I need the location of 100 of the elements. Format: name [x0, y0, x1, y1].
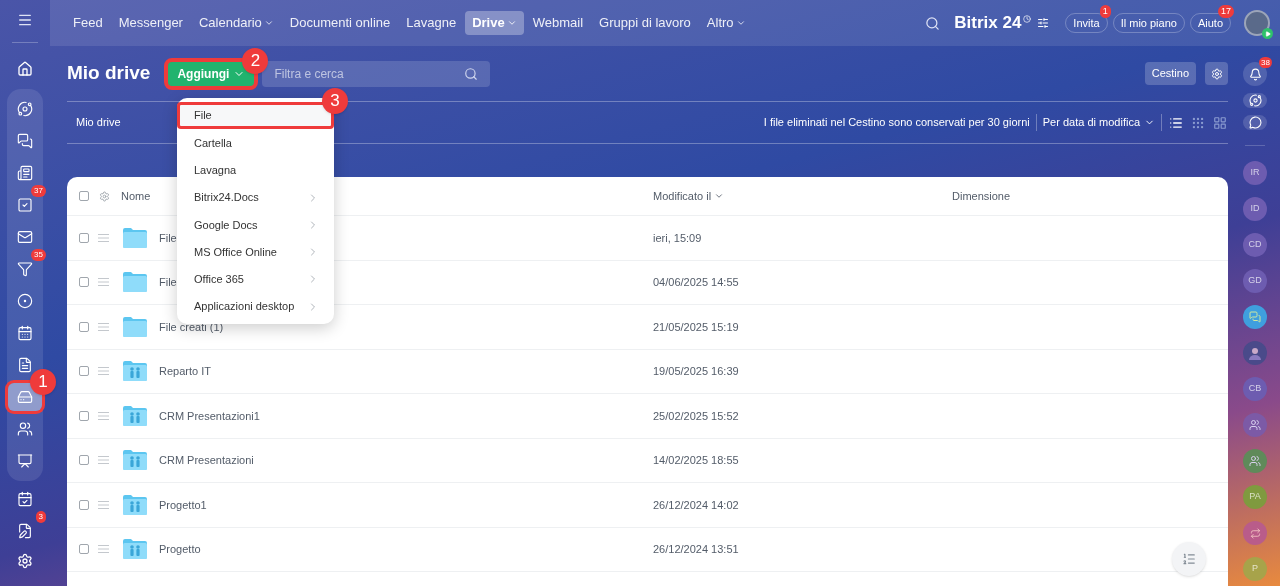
step-marker: 2: [242, 47, 269, 74]
nav-tab[interactable]: Gruppi di lavoro: [592, 11, 698, 35]
table-cell-text: 26/12/2024 13:51: [653, 542, 739, 557]
view-toggle[interactable]: [1190, 115, 1206, 130]
count-badge: 3: [35, 511, 46, 523]
file-name[interactable]: Progetto: [159, 543, 201, 555]
contact-avatar[interactable]: CD: [1243, 233, 1267, 257]
play-badge: [1262, 28, 1273, 39]
list-icon: [1182, 552, 1196, 566]
contact-avatar[interactable]: IR: [1243, 161, 1267, 185]
menu-item[interactable]: Office 365: [177, 265, 334, 294]
nav-tab[interactable]: Altro: [699, 11, 753, 35]
search-icon[interactable]: [925, 15, 941, 31]
checkbox[interactable]: [79, 366, 89, 377]
sidebar-icon: [17, 101, 33, 117]
settings-button[interactable]: [1205, 62, 1228, 85]
sliders-icon[interactable]: [1037, 17, 1050, 29]
menu-item[interactable]: Applicazioni desktop: [177, 293, 334, 321]
folder-icon: [123, 316, 147, 337]
shared-folder-icon: [123, 405, 147, 426]
menu-item[interactable]: Lavagna: [177, 156, 334, 184]
menu-item[interactable]: Google Docs: [177, 211, 334, 239]
checkbox[interactable]: [79, 321, 89, 332]
sidebar-icon: [17, 453, 33, 469]
page-title: Mio drive: [67, 61, 151, 86]
search-icon: [464, 66, 479, 81]
sidebar-icon: [17, 491, 33, 507]
checkbox[interactable]: [79, 410, 89, 421]
drag-handle-icon[interactable]: [98, 233, 109, 242]
table-cell-text: 26/12/2024 14:02: [653, 497, 739, 513]
orbit-icon: [1248, 94, 1262, 108]
drag-handle-icon[interactable]: [98, 367, 109, 376]
contact-avatar[interactable]: [1243, 341, 1267, 365]
file-name[interactable]: CRM Presentazioni: [159, 454, 254, 466]
file-name[interactable]: Reparto IT: [159, 365, 211, 377]
chevron-icon: [735, 18, 746, 28]
trash-button[interactable]: Cestino: [1144, 62, 1196, 85]
bell-icon: [1248, 67, 1262, 81]
contact-avatar[interactable]: GD: [1243, 269, 1267, 293]
contact-avatar[interactable]: [1243, 305, 1267, 329]
chat-button[interactable]: [1243, 115, 1267, 131]
view-toggle[interactable]: [1168, 115, 1184, 130]
shared-folder-icon: [123, 539, 147, 560]
drag-handle-icon[interactable]: [98, 545, 109, 554]
breadcrumb[interactable]: Mio drive: [76, 114, 121, 131]
drag-handle-icon[interactable]: [98, 322, 109, 331]
count-badge: 37: [31, 185, 46, 197]
nav-tab[interactable]: Documenti online: [282, 11, 398, 35]
activity-button[interactable]: [1243, 93, 1267, 109]
contact-avatar[interactable]: [1243, 413, 1267, 437]
chevron-icon: [506, 18, 517, 28]
column-header[interactable]: Modificato il: [653, 187, 725, 205]
swirl-icon: [1249, 527, 1261, 539]
checkbox[interactable]: [79, 232, 89, 243]
nav-tab[interactable]: Messenger: [111, 11, 190, 35]
checkbox[interactable]: [79, 544, 89, 555]
file-name[interactable]: Progetto1: [159, 498, 207, 511]
drag-handle-icon[interactable]: [98, 456, 109, 465]
sidebar-icon: [17, 357, 33, 373]
table-cell-text: 04/06/2025 14:55: [653, 275, 739, 290]
menu-item[interactable]: Bitrix24.Docs: [177, 183, 334, 212]
checkbox[interactable]: [79, 455, 89, 466]
table-cell-text: 19/05/2025 16:39: [653, 364, 739, 379]
sort-dropdown[interactable]: Per data di modifica: [1036, 114, 1162, 131]
group-icon: [1249, 455, 1261, 467]
drag-handle-icon[interactable]: [98, 278, 109, 287]
shared-folder-icon: [123, 361, 147, 382]
nav-tab[interactable]: Feed: [66, 11, 110, 35]
nav-tab[interactable]: Calendario: [191, 11, 281, 35]
view-toggle[interactable]: [1212, 115, 1228, 130]
sidebar-icon: [17, 165, 33, 181]
chat-icon: [1248, 116, 1262, 130]
home-icon: [17, 61, 33, 77]
file-name[interactable]: CRM Presentazioni1: [159, 409, 260, 422]
contact-avatar[interactable]: [1243, 449, 1267, 473]
column-header[interactable]: Dimensione: [952, 187, 1011, 205]
file-name[interactable]: File: [159, 276, 177, 288]
menu-icon[interactable]: [17, 12, 33, 28]
menu-item[interactable]: MS Office Online: [177, 238, 334, 266]
menu-item[interactable]: Cartella: [177, 129, 334, 157]
contact-avatar[interactable]: ID: [1243, 197, 1267, 221]
contact-avatar[interactable]: CB: [1243, 377, 1267, 401]
checkbox[interactable]: [79, 499, 89, 510]
checkbox[interactable]: [79, 277, 89, 288]
sidebar-icon: [17, 325, 33, 341]
dots-grid-icon: [1191, 115, 1205, 130]
contact-avatar[interactable]: [1243, 521, 1267, 545]
drag-handle-icon[interactable]: [98, 500, 109, 509]
sidebar-icon: [17, 523, 33, 539]
checkbox[interactable]: [79, 191, 89, 201]
drag-handle-icon[interactable]: [98, 411, 109, 420]
sidebar-icon: [17, 261, 33, 277]
nav-tab[interactable]: Lavagne: [399, 11, 464, 35]
sidebar-icon: [17, 421, 33, 437]
column-header[interactable]: Nome: [121, 189, 151, 202]
file-name[interactable]: File: [159, 231, 177, 244]
chat-icon: [1249, 311, 1261, 323]
user-avatar[interactable]: [1244, 10, 1270, 36]
nav-tab[interactable]: Webmail: [525, 11, 591, 35]
sidebar-icon: [17, 389, 33, 405]
